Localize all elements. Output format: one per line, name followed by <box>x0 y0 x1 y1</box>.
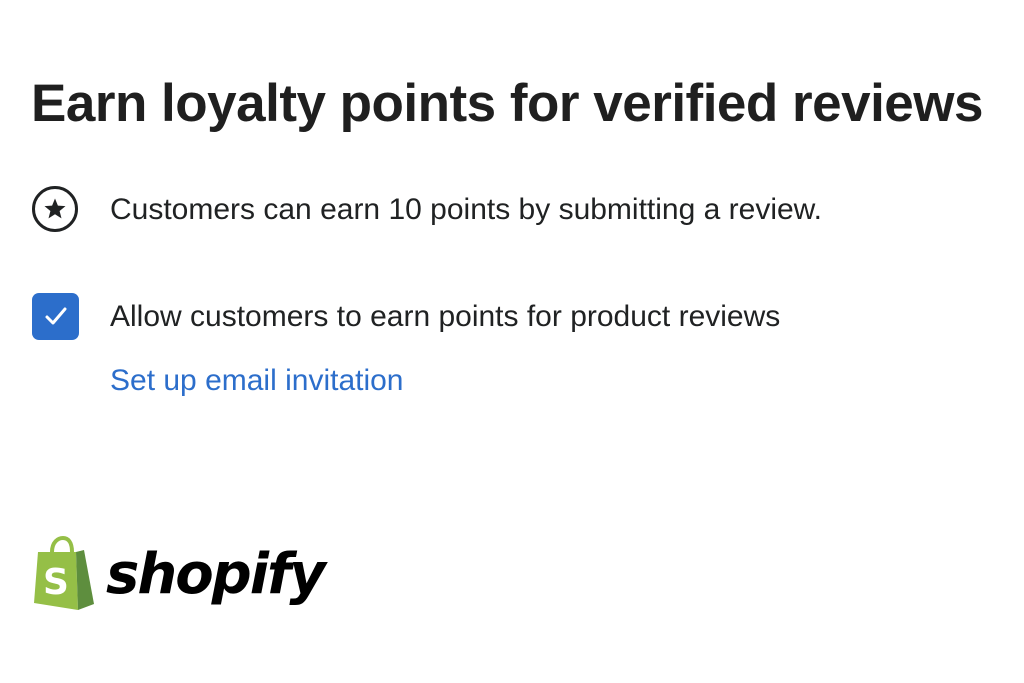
checkmark-icon <box>45 307 66 325</box>
review-points-setting[interactable]: Allow customers to earn points for produ… <box>32 292 780 340</box>
shopify-bag-icon: S <box>34 536 94 610</box>
points-info-text: Customers can earn 10 points by submitti… <box>110 193 823 226</box>
svg-text:S: S <box>43 562 69 603</box>
review-points-label[interactable]: Allow customers to earn points for produ… <box>110 297 780 337</box>
star-circle-icon <box>32 186 78 232</box>
email-invitation-link[interactable]: Set up email invitation <box>110 361 404 401</box>
shopify-logo: S shopify <box>32 536 326 610</box>
shopify-wordmark: shopify <box>106 542 326 607</box>
points-info-row: Customers can earn 10 points by submitti… <box>32 184 822 234</box>
page-title: Earn loyalty points for verified reviews <box>31 74 984 133</box>
review-points-checkbox[interactable] <box>32 292 79 340</box>
